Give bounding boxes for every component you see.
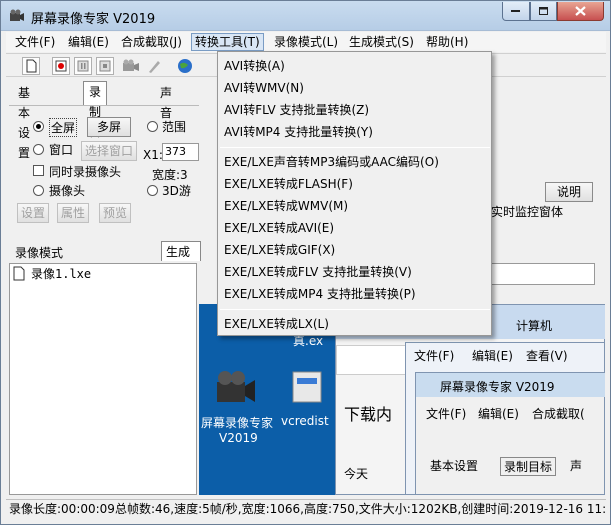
desktop-app-label-1: 屏幕录像专家 [201, 416, 274, 430]
sync-camera-checkbox[interactable] [33, 165, 44, 176]
close-icon [575, 6, 586, 16]
close-button[interactable] [557, 2, 604, 21]
menu-avi-to-wmv[interactable]: AVI转WMV(N) [224, 78, 304, 98]
menu-help[interactable]: 帮助(H) [423, 34, 471, 50]
tab-basic-settings[interactable]: 基本设置 [13, 83, 35, 160]
menu-lxe-to-lx[interactable]: EXE/LXE转成LX(L) [224, 314, 329, 334]
convert-tools-dropdown: AVI转换(A) AVI转WMV(N) AVI转FLV 支持批量转换(Z) AV… [217, 51, 492, 336]
settings-button[interactable]: 设置 [17, 203, 49, 223]
pause-icon [77, 60, 89, 72]
camera-label[interactable]: 摄像头 [49, 182, 85, 199]
stop-button[interactable] [96, 57, 114, 75]
properties-button[interactable]: 属性 [57, 203, 89, 223]
nested-tab-basic: 基本设置 [430, 459, 479, 473]
nested-menu-edit: 编辑(E) [478, 407, 519, 421]
menu-avi-to-mp4[interactable]: AVI转MP4 支持批量转换(Y) [224, 122, 373, 142]
preview-button[interactable]: 预览 [99, 203, 131, 223]
camera-icon[interactable] [122, 58, 140, 77]
file-icon [13, 266, 25, 280]
menu-avi-convert[interactable]: AVI转换(A) [224, 56, 285, 76]
nested-recorder-window: 屏幕录像专家 V2019 文件(F) 编辑(E) 合成截取( 基本设置 录制目标… [415, 372, 605, 495]
menu-avi-to-flv[interactable]: AVI转FLV 支持批量转换(Z) [224, 100, 369, 120]
menu-lxe-to-mp4[interactable]: EXE/LXE转成MP4 支持批量转换(P) [224, 284, 416, 304]
menu-lxe-to-avi[interactable]: EXE/LXE转成AVI(E) [224, 218, 334, 238]
fullscreen-label[interactable]: 全屏 [49, 118, 78, 137]
width-label: 宽度:3 [152, 168, 188, 182]
maximize-button[interactable] [530, 2, 557, 21]
menu-file[interactable]: 文件(F) [12, 34, 58, 50]
monitor-label: 实时监控窗体 [491, 205, 564, 219]
title-bar[interactable]: 屏幕录像专家 V2019 [1, 1, 610, 31]
maximize-icon [538, 6, 548, 15]
menu-record-mode[interactable]: 录像模式(L) [271, 34, 341, 50]
new-file-icon [26, 59, 37, 73]
list-item[interactable]: 录像1.lxe [12, 265, 91, 281]
window-radio[interactable] [33, 144, 44, 155]
inner-menu-file: 文件(F) [414, 349, 455, 363]
menu-compose[interactable]: 合成截取(J) [118, 34, 185, 50]
multiscreen-button[interactable]: 多屏 [87, 117, 131, 137]
x1-input[interactable]: 373 [162, 143, 199, 161]
record-target-panel: 全屏 多屏 范围 窗口 选择窗口 X1: 373 同时录摄像头 宽度:3 摄像头… [9, 105, 199, 237]
main-window: 屏幕录像专家 V2019 文件(F) 编辑(E) 合成截取(J) 转换工具(T)… [0, 0, 611, 525]
tab-sound[interactable]: 声音 [155, 83, 177, 120]
file-list: 录像1.lxe [9, 263, 197, 495]
sync-camera-label[interactable]: 同时录摄像头 [49, 163, 121, 180]
select-window-button[interactable]: 选择窗口 [81, 141, 137, 161]
today-label: 今天 [344, 467, 369, 481]
desktop-app-label-2: V2019 [219, 431, 258, 445]
pause-button[interactable] [74, 57, 92, 75]
menu-edit[interactable]: 编辑(E) [65, 34, 112, 50]
brush-icon[interactable] [146, 58, 162, 77]
record-mode-label: 录像模式 [15, 246, 64, 260]
stop-icon [99, 60, 111, 72]
inner-menu-view: 查看(V) [526, 349, 568, 363]
monitor-input[interactable] [491, 263, 595, 285]
range-label[interactable]: 范围 [162, 118, 186, 135]
x1-label: X1: [143, 148, 163, 162]
menu-convert-tools[interactable]: 转换工具(T) [191, 33, 264, 51]
window-label[interactable]: 窗口 [49, 141, 73, 158]
app-camera-icon [10, 9, 24, 21]
generate-tab[interactable]: 生成 [161, 241, 201, 261]
minimize-icon [511, 10, 520, 12]
download-text: 下载内 [344, 405, 393, 424]
status-bar: 录像长度:00:00:09总帧数:46,速度:5帧/秒,宽度:1066,高度:7… [6, 499, 606, 519]
game-3d-radio[interactable] [147, 185, 158, 196]
inner-menu-edit: 编辑(E) [472, 349, 513, 363]
nested-tab-target: 录制目标 [500, 457, 557, 476]
globe-icon[interactable] [176, 57, 194, 78]
tab-record-target[interactable]: 录制目标 [83, 81, 108, 159]
new-file-button[interactable] [22, 57, 40, 75]
list-item-label: 录像1.lxe [31, 266, 92, 281]
window-title: 屏幕录像专家 V2019 [31, 12, 156, 27]
menu-separator [220, 147, 490, 148]
game-3d-label[interactable]: 3D游 [162, 182, 191, 199]
menu-separator [220, 309, 490, 310]
explain-button[interactable]: 说明 [545, 182, 593, 202]
menu-bar: 文件(F) 编辑(E) 合成截取(J) 转换工具(T) 录像模式(L) 生成模式… [6, 32, 606, 52]
menu-lxe-to-mp3[interactable]: EXE/LXE声音转MP3编码或AAC编码(O) [224, 152, 439, 172]
record-icon [55, 60, 67, 72]
menu-generate-mode[interactable]: 生成模式(S) [346, 34, 417, 50]
nested-menu-compose: 合成截取( [532, 407, 585, 421]
menu-lxe-to-gif[interactable]: EXE/LXE转成GIF(X) [224, 240, 335, 260]
desktop-app-icon[interactable] [213, 366, 257, 409]
camera-radio[interactable] [33, 185, 44, 196]
record-button[interactable] [52, 57, 70, 75]
minimize-button[interactable] [502, 2, 530, 21]
list-header: 录像模式 生成 [9, 241, 201, 261]
fullscreen-radio[interactable] [33, 121, 44, 132]
menu-lxe-to-flv[interactable]: EXE/LXE转成FLV 支持批量转换(V) [224, 262, 412, 282]
menu-lxe-to-flash[interactable]: EXE/LXE转成FLASH(F) [224, 174, 353, 194]
installer-label: vcredist [281, 414, 329, 428]
menu-lxe-to-wmv[interactable]: EXE/LXE转成WMV(M) [224, 196, 348, 216]
nested-menu-file: 文件(F) [426, 407, 467, 421]
range-radio[interactable] [147, 121, 158, 132]
nested-tab-sound: 声 [570, 459, 583, 473]
installer-icon[interactable] [289, 366, 327, 409]
nested-title: 屏幕录像专家 V2019 [440, 380, 555, 394]
explorer-path: 计算机 [516, 319, 553, 333]
